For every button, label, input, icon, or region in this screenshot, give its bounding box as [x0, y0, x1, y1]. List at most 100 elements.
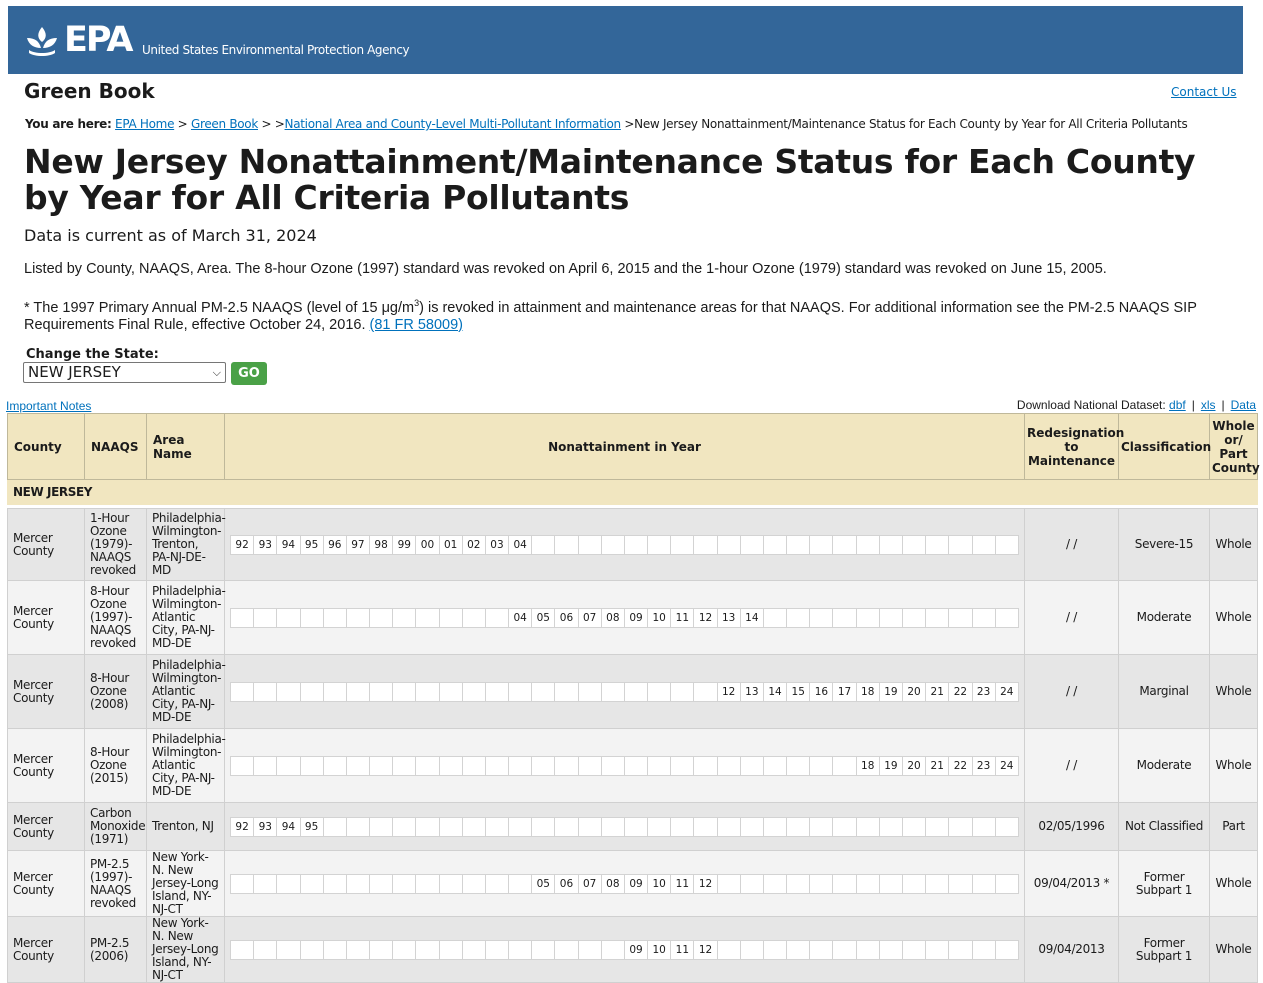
- redesignation-cell: / /: [1024, 508, 1119, 581]
- breadcrumb-epa-home[interactable]: EPA Home: [115, 117, 174, 131]
- year-strip: 92 93 94 95: [230, 816, 1019, 837]
- year-cell: 10: [648, 608, 672, 627]
- epa-header: EPA United States Environmental Protecti…: [8, 6, 1243, 74]
- year-cell: 14: [764, 682, 788, 701]
- year-cell: [532, 682, 556, 701]
- download-dbf-link[interactable]: dbf: [1169, 398, 1186, 412]
- year-cell: 18: [857, 756, 880, 775]
- year-cell: [370, 608, 394, 627]
- year-cell: [370, 817, 394, 836]
- year-cell: 93: [254, 817, 278, 836]
- year-cell: [926, 608, 950, 627]
- year-cell: [718, 874, 741, 893]
- year-cell: [416, 817, 440, 836]
- year-cell: [694, 817, 718, 836]
- year-cell: 11: [671, 940, 695, 959]
- county-cell: Mercer County: [7, 850, 85, 917]
- year-cell: 12: [694, 608, 718, 627]
- breadcrumb-national-area[interactable]: National Area and County-Level Multi-Pol…: [285, 117, 622, 131]
- year-cell: [764, 756, 788, 775]
- year-cell: [231, 682, 255, 701]
- year-cell: [324, 756, 347, 775]
- col-redesignation[interactable]: Redesignation to Maintenance: [1024, 413, 1124, 480]
- col-whole-part[interactable]: Whole or/ Part County: [1209, 413, 1260, 480]
- year-cell: 04: [509, 535, 533, 554]
- naaqs-cell: 1-Hour Ozone (1979)-NAAQS revoked: [84, 508, 147, 581]
- year-cell: [301, 682, 324, 701]
- year-cell: [347, 940, 371, 959]
- year-cell: [973, 535, 996, 554]
- download-national-dataset: Download National Dataset: dbf | xls | Data: [1016, 398, 1256, 412]
- year-cell: 04: [509, 608, 533, 627]
- year-strip: 04 05 06 07 08 09 10 11 12 13 14: [230, 607, 1019, 628]
- col-county[interactable]: County: [7, 413, 85, 480]
- year-cell: [347, 874, 371, 893]
- year-cell: [393, 608, 417, 627]
- year-cell: [787, 756, 811, 775]
- important-notes-link[interactable]: Important Notes: [6, 399, 91, 413]
- year-cell: [880, 608, 903, 627]
- nonattainment-table: County NAAQS Area Name Nonattainment in …: [7, 413, 1260, 983]
- year-cell: 95: [301, 817, 324, 836]
- year-cell: [741, 535, 764, 554]
- year-cell: 02: [463, 535, 486, 554]
- year-cell: [602, 817, 625, 836]
- year-cell: 12: [694, 874, 718, 893]
- year-strip: 18 19 20 21 22 23 24: [230, 755, 1019, 776]
- year-cell: 23: [973, 756, 996, 775]
- year-cell: [764, 874, 788, 893]
- redesignation-cell: / /: [1024, 654, 1119, 729]
- year-cell: 21: [926, 682, 950, 701]
- year-cell: 20: [903, 682, 927, 701]
- fr-58009-link[interactable]: (81 FR 58009): [370, 317, 464, 333]
- year-cell: [648, 756, 672, 775]
- year-cell: [440, 682, 463, 701]
- col-naaqs[interactable]: NAAQS: [84, 413, 147, 480]
- area-name-cell: Philadelphia-Wilmington-Atlantic City, P…: [146, 654, 226, 729]
- change-state-label: Change the State:: [26, 347, 159, 362]
- year-cell: 94: [277, 817, 301, 836]
- year-cell: 10: [648, 874, 672, 893]
- breadcrumb: You are here: EPA Home > Green Book > >N…: [25, 117, 1188, 131]
- classification-cell: Not Classified: [1118, 802, 1210, 851]
- col-area-name[interactable]: Area Name: [146, 413, 225, 480]
- year-cell: 05: [532, 608, 556, 627]
- epa-logo-text[interactable]: EPA: [64, 20, 133, 60]
- contact-us-link[interactable]: Contact Us: [1171, 85, 1237, 99]
- epa-flower-logo-icon[interactable]: [25, 24, 59, 58]
- year-cell: [486, 682, 510, 701]
- area-name-cell: Philadelphia-Wilmington-Atlantic City, P…: [146, 580, 226, 655]
- year-cell: [463, 608, 486, 627]
- whole-part-cell: Whole: [1209, 508, 1258, 581]
- go-button[interactable]: GO: [231, 362, 267, 385]
- data-current-date: Data is current as of March 31, 2024: [24, 226, 317, 245]
- download-xls-link[interactable]: xls: [1201, 398, 1216, 412]
- year-cell: [741, 756, 764, 775]
- year-strip: 05 06 07 08 09 10 11 12: [230, 873, 1019, 894]
- year-cell: [324, 817, 347, 836]
- year-cell: 24: [1000, 685, 1014, 698]
- col-classification[interactable]: Classification: [1118, 413, 1211, 480]
- year-cell: [671, 535, 695, 554]
- year-cell: [393, 874, 417, 893]
- year-cell: [648, 535, 672, 554]
- year-cell: [810, 535, 834, 554]
- year-cell: [996, 941, 1018, 959]
- year-cell: [741, 817, 764, 836]
- breadcrumb-green-book[interactable]: Green Book: [191, 117, 258, 131]
- year-cell: 15: [787, 682, 811, 701]
- year-cell: [996, 875, 1018, 893]
- state-select[interactable]: NEW JERSEY ⌵: [23, 362, 226, 383]
- years-cell: 05 06 07 08 09 10 11 12: [224, 850, 1025, 917]
- col-nonattainment-year[interactable]: Nonattainment in Year: [224, 413, 1025, 480]
- year-cell: [393, 817, 417, 836]
- year-cell: [810, 756, 834, 775]
- whole-part-cell: Whole: [1209, 654, 1258, 729]
- table-row: Mercer County 8-Hour Ozone (2015) Philadel…: [7, 728, 1258, 803]
- download-data-link[interactable]: Data: [1231, 398, 1256, 412]
- year-cell: 96: [324, 535, 347, 554]
- year-cell: [949, 535, 973, 554]
- year-cell: 06: [555, 608, 579, 627]
- year-cell: 23: [973, 682, 996, 701]
- naaqs-cell: 8-Hour Ozone (1997)-NAAQS revoked: [84, 580, 147, 655]
